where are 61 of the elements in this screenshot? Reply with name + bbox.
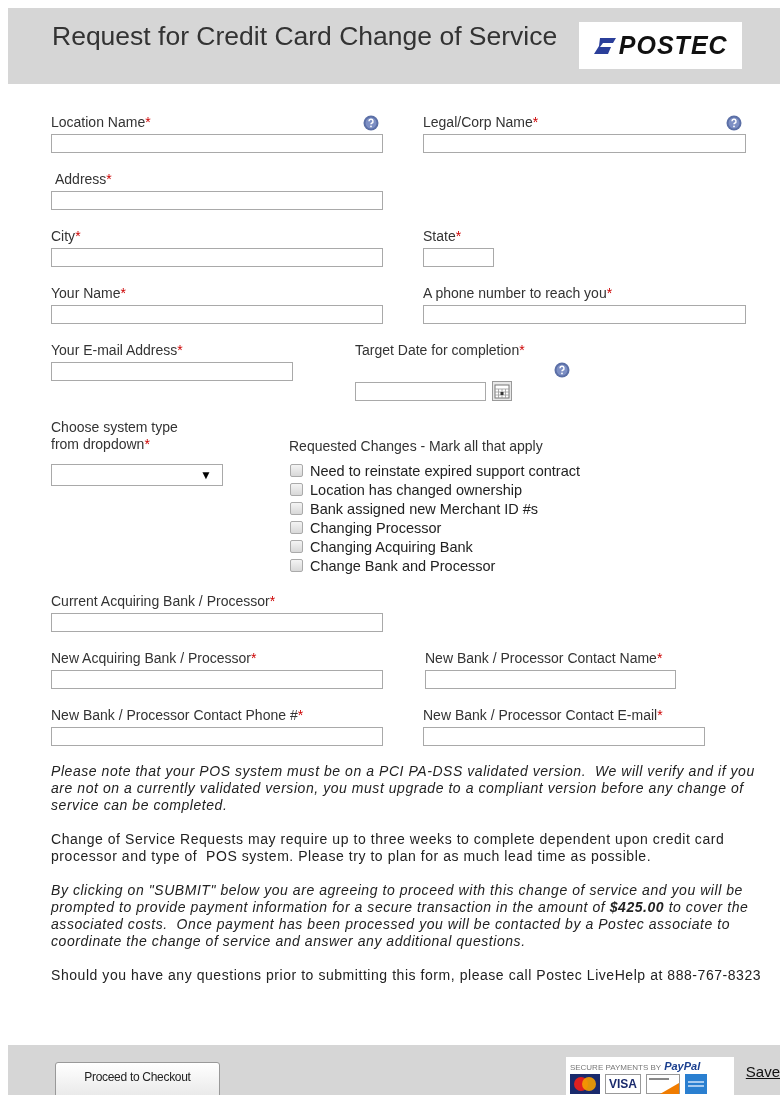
text-field[interactable] xyxy=(51,191,383,210)
field-label: Your E-mail Address* xyxy=(51,342,183,359)
page-title: Request for Credit Card Change of Service xyxy=(52,21,558,52)
field-label: New Bank / Processor Contact Phone #* xyxy=(51,707,304,724)
field-label: New Acquiring Bank / Processor* xyxy=(51,650,257,667)
calendar-icon[interactable] xyxy=(492,381,512,401)
logo-mark-icon xyxy=(593,37,616,54)
field-label: City* xyxy=(51,228,81,245)
mastercard-icon xyxy=(569,1074,600,1094)
help-icon[interactable] xyxy=(554,362,570,378)
text-field[interactable] xyxy=(51,134,383,153)
text-field[interactable] xyxy=(51,305,383,324)
checkbox[interactable] xyxy=(290,483,303,496)
help-icon[interactable] xyxy=(726,115,742,131)
text-field[interactable] xyxy=(425,670,676,689)
checkbox[interactable] xyxy=(290,559,303,572)
text-field[interactable] xyxy=(51,613,383,632)
field-label: Choose system type from dropdown* xyxy=(51,419,179,453)
text-field[interactable] xyxy=(51,362,293,381)
field-label: Current Acquiring Bank / Processor* xyxy=(51,593,276,610)
field-label: Legal/Corp Name* xyxy=(423,114,539,131)
field-label: State* xyxy=(423,228,462,245)
checkout-button[interactable]: Proceed to Checkout xyxy=(55,1062,220,1095)
amex-icon xyxy=(684,1074,707,1094)
note-paragraph: By clicking on "SUBMIT" below you are agreeing to proceed with this change of service and you will be prompted to provide payment information for a secure transaction in the amount of $425.00 to cover the associated costs. Once payment has been processed you will be contacted by a Postec associate to coordinate the change of service and answer any additional questions. xyxy=(51,882,750,950)
checkbox[interactable] xyxy=(290,521,303,534)
checkbox[interactable] xyxy=(290,502,303,515)
text-field[interactable] xyxy=(423,248,494,267)
visa-logo: VISA xyxy=(604,1074,641,1094)
checkbox-label: Change Bank and Processor xyxy=(310,557,496,574)
text-field[interactable] xyxy=(423,305,746,324)
field-label: New Bank / Processor Contact E-mail* xyxy=(423,707,664,724)
checkbox-label: Bank assigned new Merchant ID #s xyxy=(310,500,539,517)
company-logo: POSTEC xyxy=(579,22,743,69)
field-label: Target Date for completion* xyxy=(355,342,525,359)
field-label: A phone number to reach you* xyxy=(423,285,613,302)
text-field[interactable] xyxy=(423,727,705,746)
checkbox-label: Changing Processor xyxy=(310,519,442,536)
note-paragraph: Please note that your POS system must be on a PCI PA-DSS validated version. We will verify and if you are not on a currently validated version, you must upgrade to a compliant version before any change of service can be completed. xyxy=(51,763,756,814)
paypal-logo: PayPal xyxy=(664,1060,701,1072)
system-type-dropdown[interactable]: ▼ xyxy=(51,464,223,486)
checklist-title: Requested Changes - Mark all that apply xyxy=(289,438,544,455)
note-paragraph: Should you have any questions prior to submitting this form, please call Postec LiveHelp at 888-767-8323 xyxy=(51,967,762,984)
checkbox[interactable] xyxy=(290,540,303,553)
date-field[interactable] xyxy=(355,381,486,401)
text-field[interactable] xyxy=(51,248,383,267)
field-label: New Bank / Processor Contact Name* xyxy=(425,650,663,667)
checkbox-label: Need to reinstate expired support contract xyxy=(310,462,580,479)
field-label: Your Name* xyxy=(51,285,126,302)
checkbox-label: Location has changed ownership xyxy=(310,481,522,498)
help-icon[interactable] xyxy=(363,115,379,131)
checkbox[interactable] xyxy=(290,464,303,477)
text-field[interactable] xyxy=(51,670,383,689)
field-label: Address* xyxy=(55,171,112,188)
field-label: Location Name* xyxy=(51,114,151,131)
text-field[interactable] xyxy=(423,134,746,153)
note-paragraph: Change of Service Requests may require up to three weeks to complete dependent upon credit card processor and type of POS system. Please try to plan for as much lead time as possible. xyxy=(51,831,726,865)
save-link[interactable]: Save xyxy=(745,1063,780,1080)
checkbox-label: Changing Acquiring Bank xyxy=(310,538,473,555)
text-field[interactable] xyxy=(51,727,383,746)
badge-caption: SECURE PAYMENTS BY xyxy=(569,1063,662,1072)
